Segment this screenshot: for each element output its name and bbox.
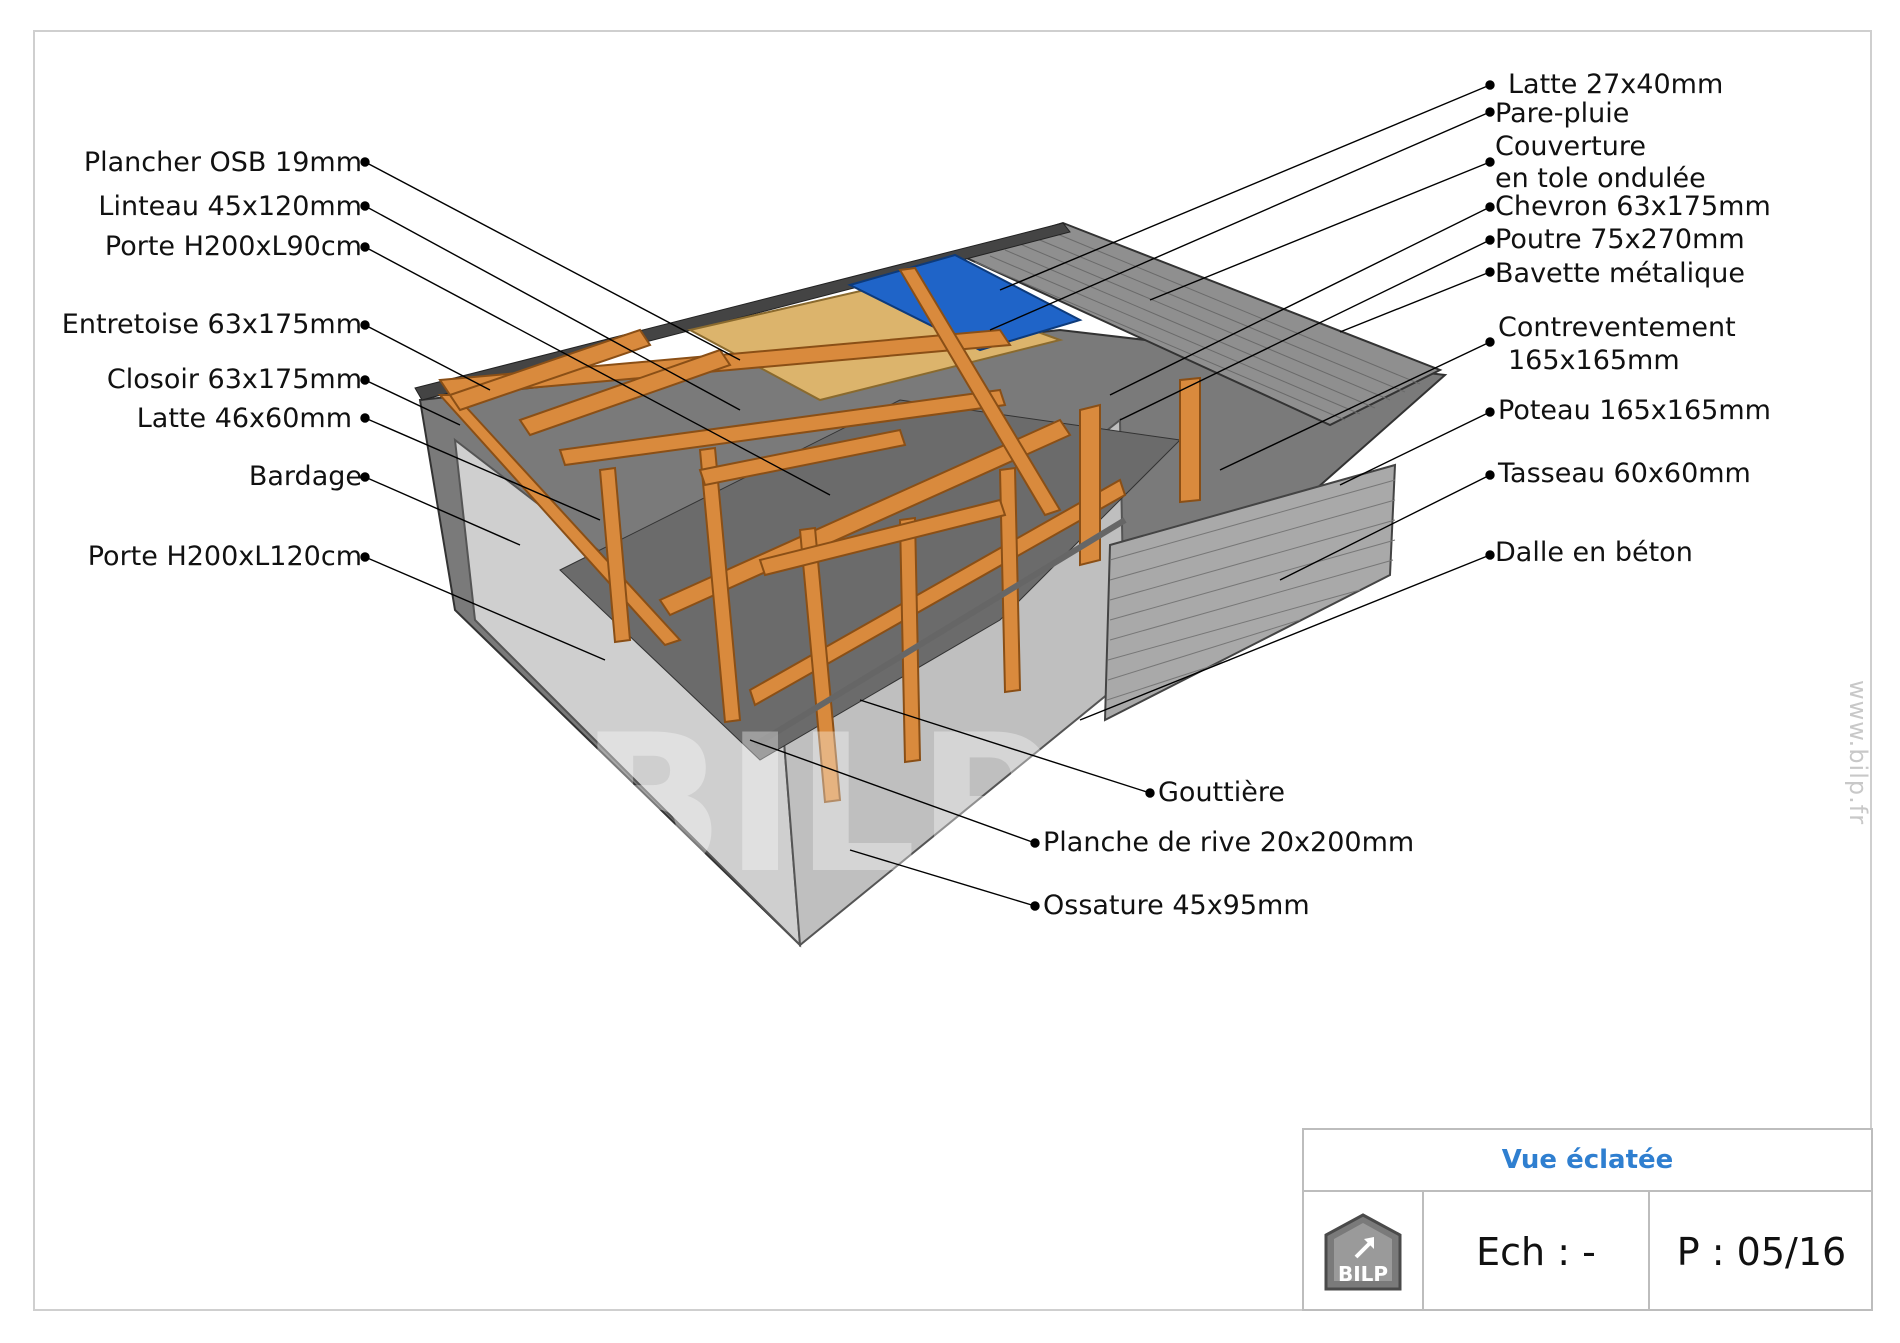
label-plancher-osb: Plancher OSB 19mm: [83, 147, 362, 178]
label-tasseau: Tasseau 60x60mm: [1498, 458, 1751, 489]
label-gouttiere: Gouttière: [1158, 777, 1285, 808]
label-contreventement-size: 165x165mm: [1508, 345, 1680, 376]
label-planche-de-rive: Planche de rive 20x200mm: [1043, 827, 1415, 858]
label-linteau: Linteau 45x120mm: [98, 191, 362, 222]
label-porte-120: Porte H200xL120cm: [87, 541, 362, 572]
label-latte-46: Latte 46x60mm: [136, 403, 352, 434]
watermark-bilp: BILP: [580, 694, 1056, 915]
title-block: Vue éclatée BILP Ech : - P : 05/16: [1302, 1128, 1873, 1311]
label-pare-pluie: Pare-pluie: [1495, 98, 1630, 129]
page-number: P : 05/16: [1676, 1229, 1847, 1274]
label-porte-90: Porte H200xL90cm: [104, 231, 362, 262]
label-ossature: Ossature 45x95mm: [1043, 890, 1310, 921]
title-block-title: Vue éclatée: [1304, 1130, 1871, 1192]
scale-value: Ech : -: [1424, 1192, 1650, 1311]
label-poteau: Poteau 165x165mm: [1498, 395, 1771, 426]
label-dalle: Dalle en béton: [1495, 537, 1693, 568]
label-latte-27: Latte 27x40mm: [1508, 69, 1724, 100]
label-poutre: Poutre 75x270mm: [1495, 224, 1745, 255]
bilp-logo: BILP: [1304, 1192, 1424, 1311]
logo-text: BILP: [1338, 1262, 1388, 1286]
label-closoir: Closoir 63x175mm: [106, 364, 362, 395]
label-bardage: Bardage: [248, 461, 362, 492]
label-couverture: Couverture: [1495, 131, 1646, 162]
bilp-logo-icon: BILP: [1324, 1212, 1402, 1290]
side-watermark-url: www.bilp.fr: [1844, 680, 1872, 826]
label-chevron: Chevron 63x175mm: [1495, 191, 1771, 222]
label-bavette: Bavette métalique: [1495, 258, 1745, 289]
label-contreventement: Contreventement: [1498, 312, 1736, 343]
label-entretoise: Entretoise 63x175mm: [61, 309, 362, 340]
